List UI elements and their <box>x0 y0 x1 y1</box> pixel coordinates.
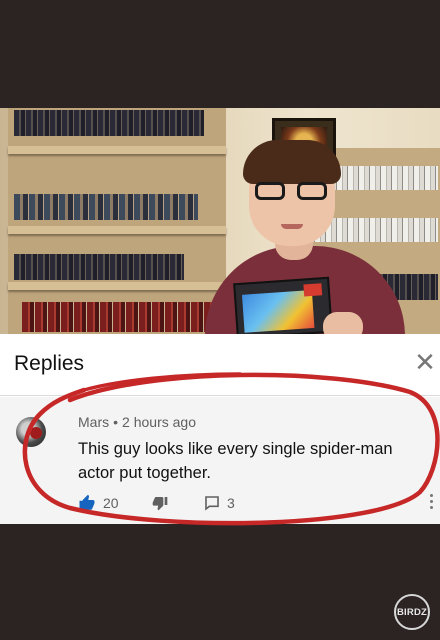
person-hair <box>243 140 341 184</box>
panel-header: Replies ✕ <box>0 334 440 396</box>
comment-text: This guy looks like every single spider-… <box>78 440 393 482</box>
game-cartridge <box>233 276 333 334</box>
reply-button[interactable]: 3 <box>204 492 235 514</box>
person-mouth <box>281 224 303 229</box>
thumbs-up-icon <box>79 494 95 510</box>
video-frame[interactable] <box>0 108 440 334</box>
game-badge <box>303 283 323 297</box>
panel-title: Replies <box>14 352 85 375</box>
like-button[interactable]: 20 <box>78 492 119 514</box>
reply-icon <box>205 496 219 511</box>
more-vertical-icon[interactable] <box>426 491 436 513</box>
thumbs-down-icon <box>152 497 168 511</box>
comment-item: Mars • 2 hours ago This guy looks like eve… <box>0 397 440 524</box>
close-icon[interactable]: ✕ <box>414 350 436 376</box>
person <box>175 136 415 334</box>
replies-panel: Replies ✕ Mars • 2 hours ago This guy look… <box>0 334 440 524</box>
dislike-button[interactable] <box>152 492 168 514</box>
reply-count: 3 <box>227 495 235 511</box>
shelf-items <box>14 254 184 280</box>
comment-author[interactable]: Mars <box>78 414 109 430</box>
person-hand <box>323 312 363 334</box>
like-count: 20 <box>103 495 119 511</box>
glasses <box>255 182 329 200</box>
meme-frame: Replies ✕ Mars • 2 hours ago This guy look… <box>0 0 440 640</box>
watermark-logo: BIRDZ <box>394 594 430 630</box>
meta-separator: • <box>113 414 119 430</box>
comment-time: 2 hours ago <box>122 414 196 430</box>
comment-meta: Mars • 2 hours ago <box>78 414 196 430</box>
avatar[interactable] <box>16 417 46 447</box>
shelf-items <box>14 110 204 136</box>
shelf-items <box>14 194 198 220</box>
